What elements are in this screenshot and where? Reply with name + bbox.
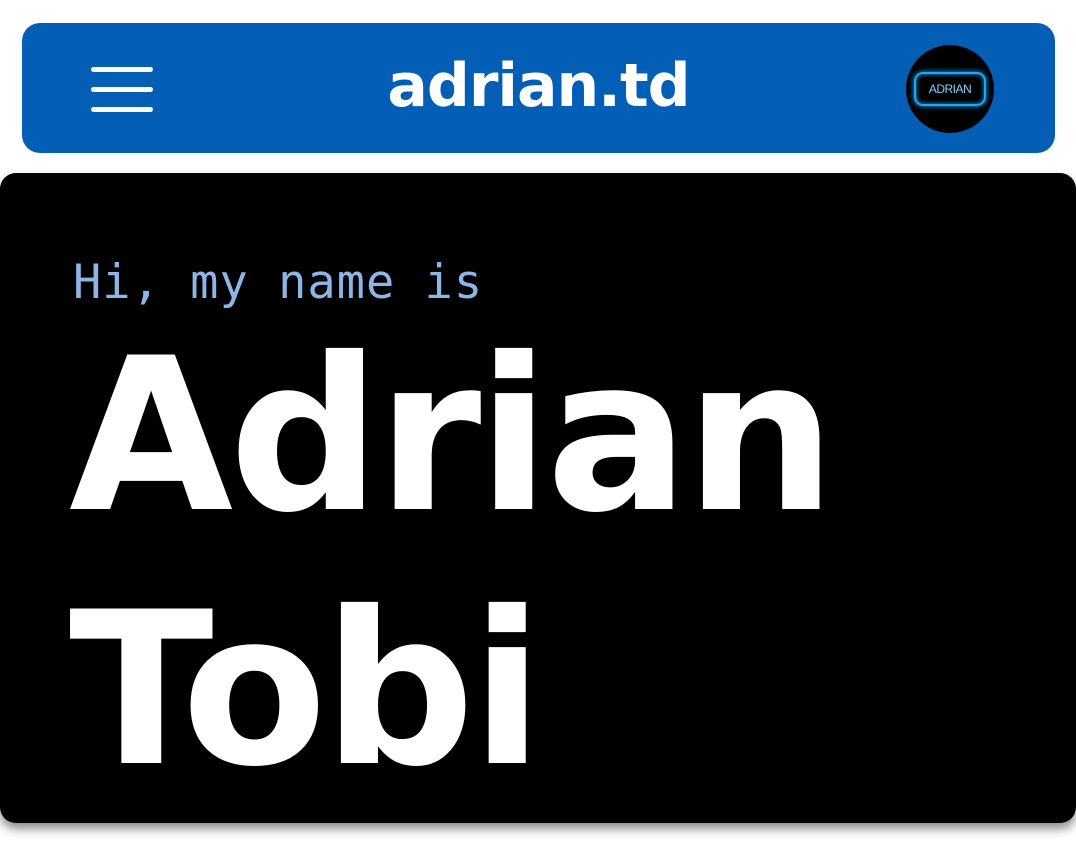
hero-last-name: Tobi (69, 566, 544, 813)
menu-line (91, 107, 153, 112)
top-navbar: adrian.td ADRIAN (22, 23, 1055, 153)
hero-greeting: Hi, my name is (73, 255, 484, 310)
avatar-badge: ADRIAN (914, 72, 986, 106)
hero-section: Hi, my name is Adrian Tobi (0, 173, 1076, 823)
avatar[interactable]: ADRIAN (906, 45, 994, 133)
menu-line (91, 67, 153, 72)
site-title: adrian.td (22, 51, 1055, 121)
menu-line (91, 87, 153, 92)
hero-first-name: Adrian (69, 312, 836, 559)
hamburger-menu-icon[interactable] (91, 67, 155, 113)
site-title-link[interactable]: adrian.td (387, 51, 690, 121)
